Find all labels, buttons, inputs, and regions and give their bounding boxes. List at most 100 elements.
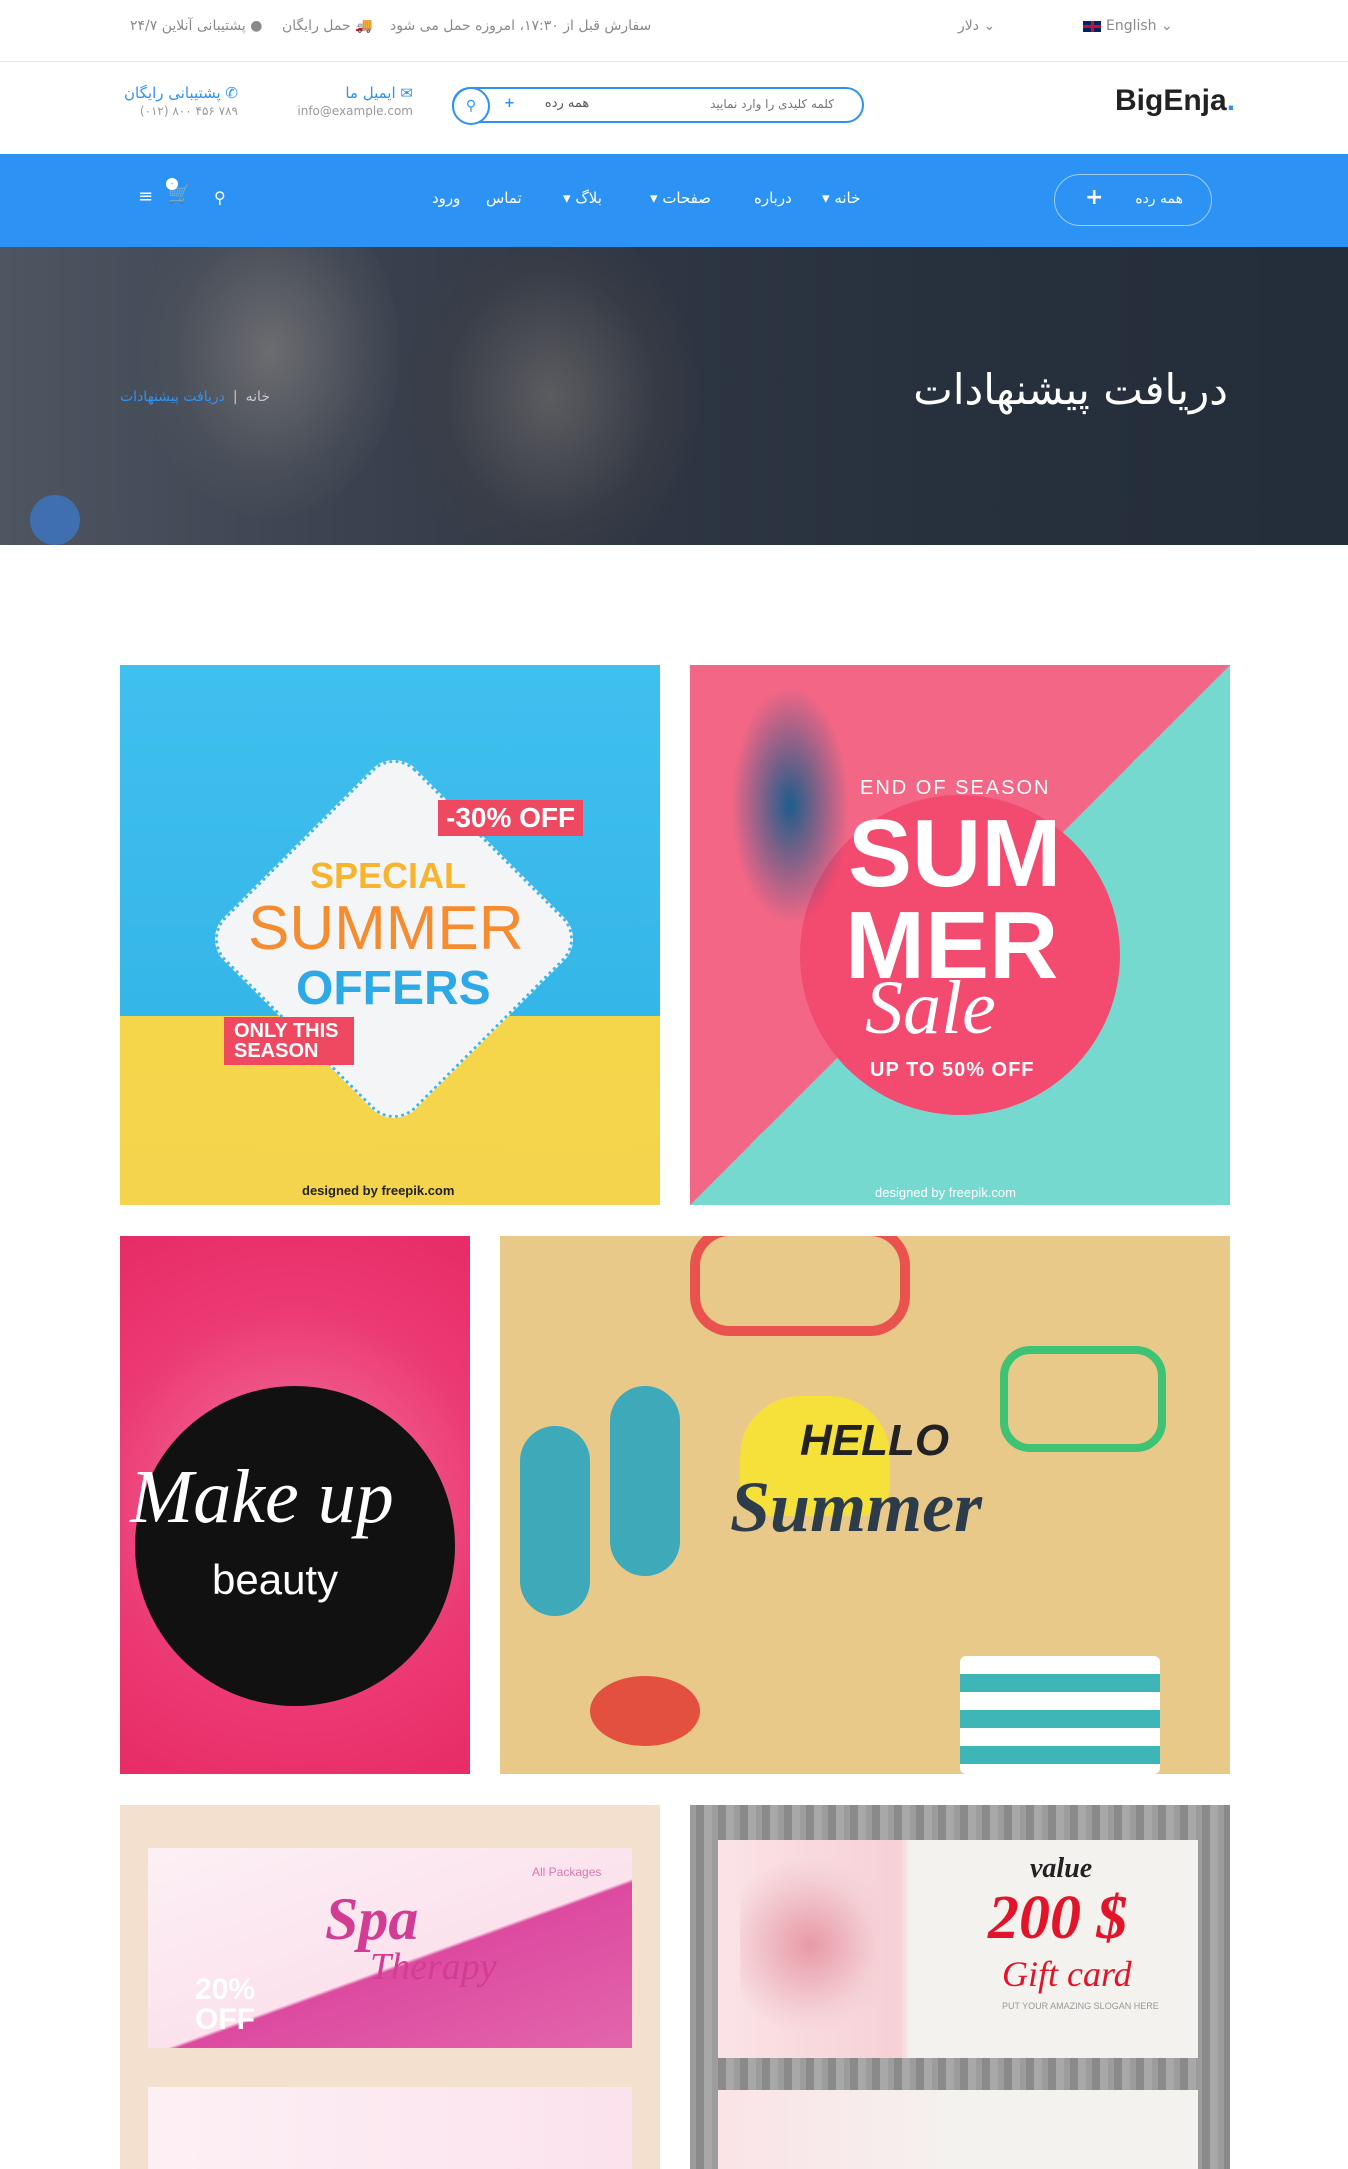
search-button[interactable]: ⚲ <box>452 87 490 125</box>
logo-dot: . <box>1226 84 1236 117</box>
nav-item-home[interactable]: ▾ خانه <box>822 189 860 207</box>
nav-item-label: صفحات <box>662 189 712 207</box>
cart-icon[interactable]: 🛒 ۰ <box>166 178 190 205</box>
offer-note: All Packages <box>532 1865 602 1879</box>
offer-line: Therapy <box>370 1946 497 1988</box>
offer-line: Gift card <box>1002 1954 1132 1994</box>
discount-badge: -30% OFF <box>438 800 584 836</box>
menu-icon[interactable]: ≡ <box>138 186 153 207</box>
clock-icon: ● <box>250 18 263 34</box>
rocket-icon[interactable] <box>30 495 80 545</box>
offer-line: END OF SEASON <box>860 777 1051 799</box>
decor-circle <box>135 1386 455 1706</box>
logo[interactable]: BigEnja. <box>1115 84 1235 118</box>
header: BigEnja. ⚲ + همه رده ایمیل ما ✉ info@exam… <box>0 62 1348 154</box>
breadcrumb: خانه | دریافت پیشنهادات <box>120 389 270 405</box>
snorkel-mask-icon <box>1000 1346 1166 1452</box>
cosmetics-icon <box>740 1860 880 2030</box>
nav-item-contact[interactable]: تماس <box>486 189 522 207</box>
offer-line: SPECIAL <box>310 855 467 896</box>
chevron-down-icon: ▾ <box>563 189 571 207</box>
offer-line: OFFERS <box>296 962 491 1015</box>
nav-item-pages[interactable]: ▾ صفحات <box>650 189 711 207</box>
online-support-label: ۲۴/۷ پشتیبانی آنلاین <box>130 18 246 34</box>
top-bar: English ⌄ دلار ⌄ سفارش قبل از ۱۷:۳۰، امر… <box>0 0 1348 62</box>
currency-selector[interactable]: دلار ⌄ <box>958 18 995 34</box>
email-title: ایمیل ما <box>345 84 396 102</box>
hero-photo-person-2 <box>400 247 700 545</box>
breadcrumb-home[interactable]: خانه <box>246 389 270 405</box>
breadcrumb-separator: | <box>232 389 238 405</box>
main-nav: + همه رده ▾ خانه درباره ▾ صفحات ▾ بلاگ ت… <box>0 154 1348 247</box>
chevron-down-icon: ⌄ <box>1161 18 1173 34</box>
cart-count-badge: ۰ <box>166 178 178 190</box>
palm-leaf-icon <box>730 685 850 925</box>
nav-item-label: بلاگ <box>575 189 602 207</box>
free-shipping: حمل رایگان 🚚 <box>282 18 373 34</box>
phone-icon: ✆ <box>225 84 238 102</box>
phone-contact[interactable]: پشتیبانی رایگان ✆ (۰۱۲) ۸۰۰ ۴۵۶ ۷۸۹ <box>124 84 238 118</box>
offer-banner-makeup[interactable]: Make up beauty <box>120 1236 470 1774</box>
free-shipping-label: حمل رایگان <box>282 18 351 34</box>
hero-photo-person-1 <box>140 247 400 517</box>
nav-item-login[interactable]: ورود <box>432 189 460 207</box>
order-notice: سفارش قبل از ۱۷:۳۰، امروزه حمل می شود <box>390 18 652 34</box>
uk-flag-icon <box>1082 19 1102 33</box>
envelope-icon: ✉ <box>400 84 413 102</box>
plus-icon: + <box>1085 185 1104 210</box>
all-categories-label: همه رده <box>1135 191 1183 207</box>
nav-item-about[interactable]: درباره <box>754 189 792 207</box>
search-category-label: همه رده <box>544 96 590 111</box>
page-title: دریافت پیشنهادات <box>913 365 1228 414</box>
truck-icon: 🚚 <box>355 18 373 34</box>
logo-text: BigEnja <box>1115 84 1227 117</box>
phone-title: پشتیبانی رایگان <box>124 84 221 102</box>
language-selector[interactable]: English ⌄ <box>1082 18 1173 34</box>
page-hero: دریافت پیشنهادات خانه | دریافت پیشنهادات <box>0 247 1348 545</box>
offer-banner-summer-sale[interactable]: END OF SEASON SUM MER Sale UP TO 50% OFF… <box>690 665 1230 1205</box>
crab-icon <box>590 1676 700 1746</box>
offer-note: PUT YOUR AMAZING SLOGAN HERE <box>1002 2001 1159 2011</box>
beach-bag-icon <box>960 1656 1160 1774</box>
flip-flop-icon <box>520 1426 590 1616</box>
email-value: info@example.com <box>297 104 413 118</box>
nav-item-blog[interactable]: ▾ بلاگ <box>563 189 602 207</box>
offer-line: beauty <box>212 1556 339 1603</box>
chevron-down-icon: ▾ <box>650 189 658 207</box>
image-credit: designed by freepik.com <box>875 1185 1016 1200</box>
chevron-down-icon: ⌄ <box>983 18 996 34</box>
search-bar: ⚲ + همه رده <box>452 87 864 125</box>
phone-value: (۰۱۲) ۸۰۰ ۴۵۶ ۷۸۹ <box>139 104 238 118</box>
offer-line: Make up <box>130 1455 394 1539</box>
offer-line: Summer <box>730 1467 983 1547</box>
flip-flop-icon <box>610 1386 680 1576</box>
offer-line: value <box>1030 1853 1093 1884</box>
offer-line: 200 $ <box>988 1884 1128 1952</box>
offer-banner-hello-summer[interactable]: HELLO Summer <box>500 1236 1230 1774</box>
offer-line: SUMMER <box>248 894 524 963</box>
offer-line: HELLO <box>800 1416 950 1465</box>
search-icon[interactable]: ⚲ <box>214 188 226 207</box>
online-support: ۲۴/۷ پشتیبانی آنلاین ● <box>130 18 262 34</box>
chevron-down-icon: ▾ <box>822 189 830 207</box>
offer-banner-gift-card[interactable]: value 200 $ Gift card PUT YOUR AMAZING S… <box>690 1805 1230 2169</box>
offer-subtitle: ONLY THIS SEASON <box>224 1017 354 1065</box>
search-icon: ⚲ <box>465 98 477 114</box>
breadcrumb-current: دریافت پیشنهادات <box>120 389 225 405</box>
search-input[interactable] <box>682 96 836 112</box>
offer-banner-spa-therapy[interactable]: Spa Therapy 20% OFF All Packages <box>120 1805 660 2169</box>
email-contact[interactable]: ایمیل ما ✉ info@example.com <box>297 84 413 118</box>
offer-line: Spa <box>325 1886 419 1952</box>
image-credit: designed by freepik.com <box>302 1183 455 1198</box>
discount-percent: 20% <box>195 1973 256 2006</box>
all-categories-button[interactable]: + همه رده <box>1054 174 1212 226</box>
sunglasses-icon <box>690 1236 910 1336</box>
offer-banner-summer-offers[interactable]: SPECIAL SUMMER OFFERS -30% OFF ONLY THIS… <box>120 665 660 1205</box>
plus-icon: + <box>504 96 515 111</box>
gift-card-second <box>718 2090 1198 2169</box>
search-category-select[interactable]: + همه رده <box>504 96 589 111</box>
offer-subtitle: UP TO 50% OFF <box>870 1059 1035 1081</box>
language-label: English <box>1106 18 1157 34</box>
currency-label: دلار <box>958 18 979 34</box>
discount-off: OFF <box>195 2003 255 2036</box>
